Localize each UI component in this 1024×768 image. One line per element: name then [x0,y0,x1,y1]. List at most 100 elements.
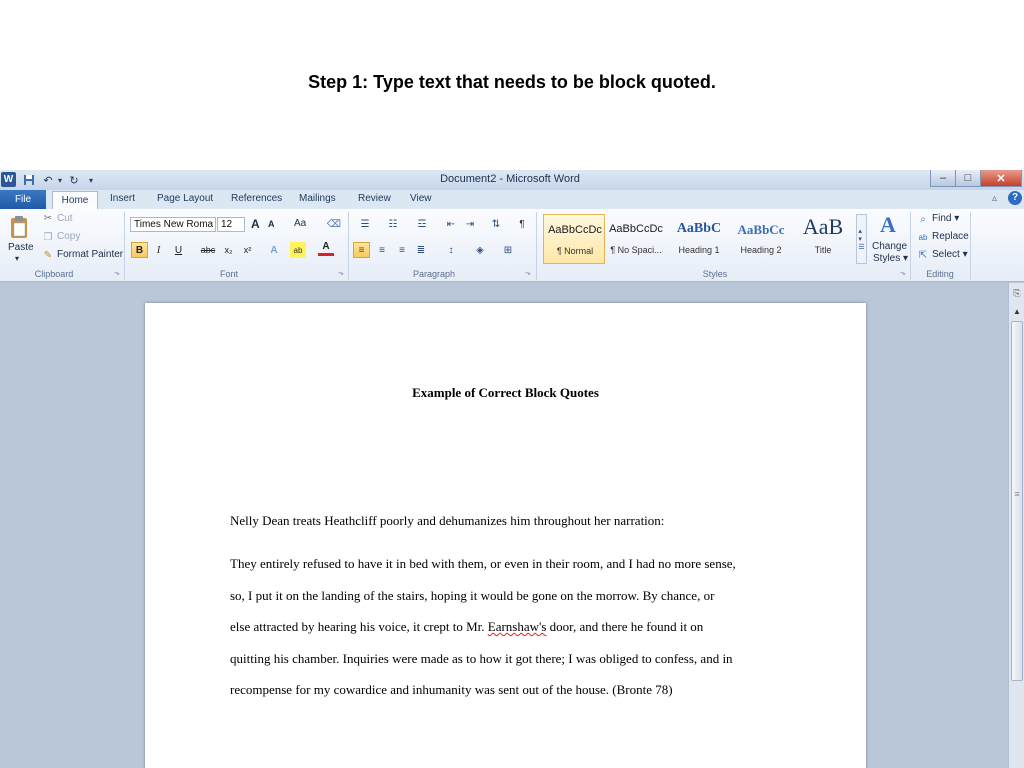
tab-insert[interactable]: Insert [110,193,135,204]
align-center-icon[interactable]: ≡ [374,242,390,258]
tab-home[interactable]: Home [52,191,98,210]
save-icon[interactable] [22,172,36,188]
quote-text: door, and there he found it on [549,619,704,634]
font-launcher-icon[interactable]: ⬎ [338,269,344,277]
tab-page-layout[interactable]: Page Layout [157,193,213,204]
highlight-icon[interactable]: ab [290,242,306,258]
align-left-icon[interactable]: ≡ [353,242,370,258]
paste-dropdown-icon[interactable]: ▾ [15,254,19,263]
show-formatting-icon[interactable]: ¶ [515,217,529,231]
style-no-spacing[interactable]: AaBbCcDc ¶ No Spaci... [605,214,667,264]
italic-button[interactable]: I [150,242,167,258]
change-styles-label[interactable]: Change [872,241,907,252]
borders-icon[interactable]: ⊞ [500,242,516,258]
cut-button[interactable]: Cut [57,213,73,224]
change-case-button[interactable]: Aa [294,218,306,229]
bold-button[interactable]: B [131,242,148,258]
strikethrough-button[interactable]: abc [198,242,218,258]
paste-icon[interactable] [8,215,30,239]
minimize-ribbon-icon[interactable]: ▵ [992,193,997,204]
slide-title: Step 1: Type text that needs to be block… [308,72,716,92]
align-right-icon[interactable]: ≡ [394,242,410,258]
increase-indent-icon[interactable]: ⇥ [462,217,478,231]
undo-dropdown-icon[interactable]: ▾ [56,172,64,188]
text-effects-icon[interactable]: A [266,242,282,258]
change-styles-label-2[interactable]: Styles ▾ [873,253,908,264]
document-page[interactable]: Example of Correct Block Quotes Nelly De… [145,303,866,768]
clipboard-group-label: Clipboard [34,269,74,279]
justify-icon[interactable]: ≣ [413,242,429,258]
help-icon[interactable]: ? [1008,191,1022,205]
shrink-font-button[interactable]: A [268,219,275,229]
document-heading: Example of Correct Block Quotes [412,385,599,400]
intro-paragraph: Nelly Dean treats Heathcliff poorly and … [230,513,665,528]
find-button[interactable]: Find ▾ [932,213,959,224]
thumb-grip-icon: ≡ [1014,489,1020,499]
paragraph-launcher-icon[interactable]: ⬎ [525,269,531,277]
clipboard-launcher-icon[interactable]: ⬎ [114,269,120,277]
bullets-icon[interactable]: ☰ [355,217,375,231]
select-button[interactable]: Select ▾ [932,249,968,260]
copy-button[interactable]: Copy [57,231,80,242]
quote-line: else attracted by hearing his voice, it … [230,619,703,635]
style-sample: AaB [802,214,844,239]
redo-icon[interactable]: ↻ [67,172,81,188]
format-painter-icon: ✎ [43,249,53,261]
subscript-button[interactable]: x₂ [220,242,237,258]
format-painter-button[interactable]: Format Painter [57,249,123,260]
quote-line: They entirely refused to have it in bed … [230,556,736,571]
paragraph-group-label: Paragraph [412,269,456,279]
font-color-icon[interactable]: A [318,240,334,256]
clear-formatting-icon[interactable]: ⌫ [326,216,342,232]
superscript-button[interactable]: x² [239,242,256,258]
style-heading-2[interactable]: AaBbCc Heading 2 [730,214,792,264]
quote-line: quitting his chamber. Inquiries were mad… [230,651,733,666]
paste-button[interactable]: Paste [8,242,34,253]
scrollbar-thumb[interactable] [1011,321,1023,681]
style-normal[interactable]: AaBbCcDc ¶ Normal [543,214,605,264]
scroll-up-icon[interactable]: ▲ [1011,305,1023,317]
numbering-icon[interactable]: ☷ [383,217,403,231]
replace-icon: ab [918,232,928,242]
maximize-button[interactable]: □ [955,170,981,187]
tab-view[interactable]: View [410,193,432,204]
styles-launcher-icon[interactable]: ⬎ [900,269,906,277]
style-title[interactable]: AaB Title [792,214,854,264]
tab-file[interactable]: File [0,190,46,209]
style-sample: AaBbCcDc [609,223,663,235]
slide: Step 1: Type text that needs to be block… [0,0,1024,768]
style-heading-1[interactable]: AaBbC Heading 1 [668,214,730,264]
styles-gallery-scroll[interactable]: ▴ ▾ ☰ [856,214,867,264]
sort-icon[interactable]: ⇅ [488,217,504,231]
customize-qat-icon[interactable]: ▾ [86,172,96,188]
separator [970,212,971,280]
tab-references[interactable]: References [231,193,282,204]
line-spacing-icon[interactable]: ↕ [442,242,460,258]
font-group-label: Font [219,269,238,279]
underline-button[interactable]: U [170,242,187,258]
shading-icon[interactable]: ◈ [472,242,488,258]
quote-line: recompense for my cowardice and inhumani… [230,682,673,697]
copy-icon: ❐ [43,231,53,243]
font-size-combo[interactable]: 12 [217,217,245,232]
ruler-toggle-icon[interactable]: ⎘ [1011,287,1023,299]
tab-mailings[interactable]: Mailings [299,193,336,204]
editing-group-label: Editing [926,269,954,279]
quote-line: so, I put it on the landing of the stair… [230,588,715,603]
decrease-indent-icon[interactable]: ⇤ [443,217,459,231]
vertical-scrollbar[interactable]: ⎘ ▲ ≡ [1008,283,1024,768]
close-button[interactable]: ✕ [980,170,1022,187]
select-cursor-icon: ⇱ [918,249,928,261]
word-app-icon[interactable]: W [1,172,16,187]
undo-icon[interactable]: ↶ [40,172,56,188]
replace-button[interactable]: Replace [932,231,969,242]
style-sample: AaBbCcDc [548,224,602,236]
multilevel-list-icon[interactable]: ☲ [410,217,434,231]
tab-review[interactable]: Review [358,193,391,204]
find-icon: ⌕ [920,213,926,225]
grow-font-button[interactable]: A [251,217,260,231]
ribbon: Paste ▾ ✂ Cut ❐ Copy ✎ Format Painter Cl… [0,209,1024,282]
minimize-button[interactable]: – [930,170,956,187]
font-name-combo[interactable]: Times New Roma [130,217,216,232]
style-name: ¶ No Spaci... [610,245,662,255]
